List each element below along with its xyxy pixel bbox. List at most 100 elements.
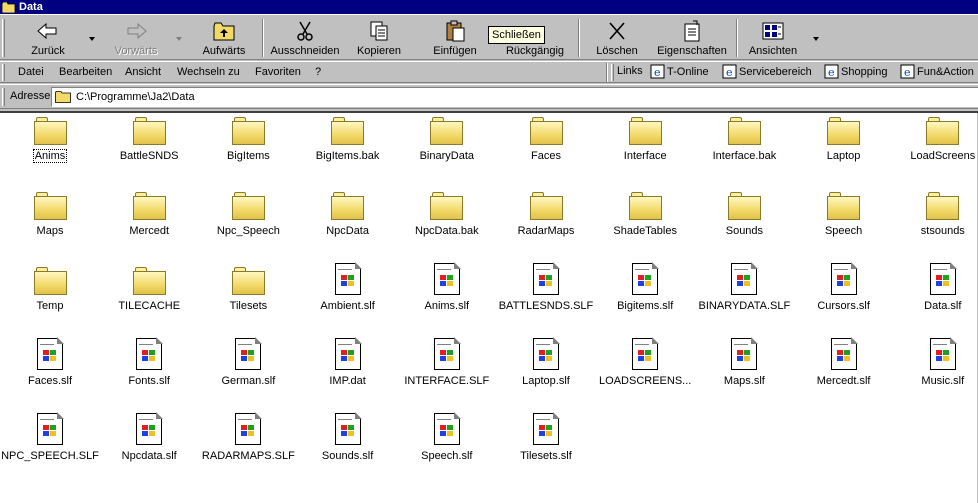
folder-item[interactable]: Tilesets: [198, 267, 298, 312]
folder-item[interactable]: Mercedt: [99, 192, 199, 237]
file-list-view[interactable]: Anims BattleSNDS BigItems BigItems.bak Binar…: [0, 111, 978, 503]
file-item[interactable]: German.slf: [198, 337, 298, 387]
menu-ansicht[interactable]: Ansicht: [125, 65, 161, 79]
folder-item[interactable]: TILECACHE: [99, 267, 199, 312]
back-dropdown-arrow[interactable]: [89, 37, 95, 41]
up-button[interactable]: Aufwärts: [196, 19, 252, 59]
folder-item[interactable]: Npc_Speech: [198, 192, 298, 237]
ie-link-icon: e: [824, 64, 839, 79]
copy-button[interactable]: Kopieren: [350, 19, 408, 59]
file-item[interactable]: Faces.slf: [0, 337, 100, 387]
file-item[interactable]: LOADSCREENS...: [595, 337, 695, 387]
folder-item[interactable]: BigItems.bak: [298, 117, 398, 162]
delete-x-icon: [605, 20, 629, 42]
item-label: BigItems: [226, 150, 270, 162]
menu-datei[interactable]: Datei: [18, 65, 44, 79]
folder-icon: [727, 192, 761, 220]
link-shopping[interactable]: e Shopping: [824, 64, 888, 79]
file-item[interactable]: Bigitems.slf: [595, 262, 695, 312]
folder-item[interactable]: Maps: [0, 192, 100, 237]
file-item[interactable]: Mercedt.slf: [794, 337, 894, 387]
folder-item[interactable]: BattleSNDS: [99, 117, 199, 162]
link-label: Servicebereich: [739, 65, 812, 78]
views-button[interactable]: Ansichten: [744, 19, 802, 59]
folder-item[interactable]: Faces: [496, 117, 596, 162]
file-item[interactable]: Fonts.slf: [99, 337, 199, 387]
properties-button[interactable]: Eigenschaften: [654, 19, 730, 59]
folder-item[interactable]: Interface: [595, 117, 695, 162]
menu-help[interactable]: ?: [315, 65, 321, 79]
file-item[interactable]: Speech.slf: [397, 412, 497, 462]
folder-icon: [430, 192, 464, 220]
file-item[interactable]: RADARMAPS.SLF: [198, 412, 298, 462]
item-label: LOADSCREENS...: [599, 375, 692, 387]
forward-dropdown-arrow[interactable]: [176, 37, 182, 41]
views-dropdown-arrow[interactable]: [813, 37, 819, 41]
menu-favoriten[interactable]: Favoriten: [255, 65, 301, 79]
folder-item[interactable]: Interface.bak: [694, 117, 794, 162]
folder-item[interactable]: NpcData.bak: [397, 192, 497, 237]
folder-item[interactable]: Anims: [0, 117, 100, 163]
folder-item[interactable]: Temp: [0, 267, 100, 312]
item-label: Bigitems.slf: [617, 300, 674, 312]
back-button[interactable]: Zurück: [22, 19, 74, 59]
title-bar[interactable]: Data: [0, 0, 978, 14]
file-item[interactable]: Music.slf: [893, 337, 978, 387]
file-item[interactable]: Cursors.slf: [794, 262, 894, 312]
folder-icon: [33, 267, 67, 295]
windows-file-icon: [433, 337, 461, 370]
svg-text:e: e: [828, 66, 835, 79]
file-item[interactable]: INTERFACE.SLF: [397, 337, 497, 387]
folder-item[interactable]: BinaryData: [397, 117, 497, 162]
link-servicebereich[interactable]: e Servicebereich: [722, 64, 812, 79]
menu-wechseln-zu[interactable]: Wechseln zu: [177, 65, 240, 79]
folder-item[interactable]: ShadeTables: [595, 192, 695, 237]
item-label: Tilesets: [229, 300, 268, 312]
menu-bearbeiten[interactable]: Bearbeiten: [59, 65, 112, 79]
folder-icon: [132, 192, 166, 220]
paste-button[interactable]: Einfügen: [426, 19, 484, 59]
folder-item[interactable]: Sounds: [694, 192, 794, 237]
file-item[interactable]: IMP.dat: [298, 337, 398, 387]
menubar-grip[interactable]: [2, 64, 5, 81]
link-t-online[interactable]: e T-Online: [650, 64, 709, 79]
folder-item[interactable]: Speech: [794, 192, 894, 237]
folder-item[interactable]: RadarMaps: [496, 192, 596, 237]
folder-item[interactable]: stsounds: [893, 192, 978, 237]
folder-item[interactable]: BigItems: [198, 117, 298, 162]
forward-button[interactable]: Vorwärts: [108, 19, 164, 59]
file-item[interactable]: Npcdata.slf: [99, 412, 199, 462]
file-item[interactable]: Ambient.slf: [298, 262, 398, 312]
address-bar: Adresse C:\Programme\Ja2\Data: [0, 84, 978, 109]
file-item[interactable]: Tilesets.slf: [496, 412, 596, 462]
toolbar-grip[interactable]: [2, 19, 5, 57]
delete-button[interactable]: Löschen: [588, 19, 646, 59]
file-item[interactable]: NPC_SPEECH.SLF: [0, 412, 100, 462]
address-input[interactable]: C:\Programme\Ja2\Data: [51, 87, 978, 107]
folder-item[interactable]: LoadScreens: [893, 117, 978, 162]
windows-file-icon: [136, 412, 164, 445]
file-item[interactable]: BINARYDATA.SLF: [694, 262, 794, 312]
file-item[interactable]: Laptop.slf: [496, 337, 596, 387]
back-label: Zurück: [31, 45, 65, 57]
toolbar-separator: [736, 19, 738, 57]
file-item[interactable]: Sounds.slf: [298, 412, 398, 462]
file-item[interactable]: Anims.slf: [397, 262, 497, 312]
delete-label: Löschen: [596, 45, 638, 57]
addressbar-grip[interactable]: [2, 88, 5, 106]
menu-bar: Datei Bearbeiten Ansicht Wechseln zu Fav…: [0, 61, 978, 83]
links-label[interactable]: Links: [617, 65, 643, 77]
link-fun-action[interactable]: e Fun&Action: [900, 64, 974, 79]
folder-item[interactable]: Laptop: [794, 117, 894, 162]
links-grip[interactable]: [611, 64, 614, 81]
cut-button[interactable]: Ausschneiden: [268, 19, 342, 59]
folder-icon: [727, 117, 761, 145]
folder-icon: [231, 267, 265, 295]
file-item[interactable]: BATTLESNDS.SLF: [496, 262, 596, 312]
file-item[interactable]: Maps.slf: [694, 337, 794, 387]
folder-item[interactable]: NpcData: [298, 192, 398, 237]
windows-file-icon: [37, 412, 64, 445]
file-item[interactable]: Data.slf: [893, 262, 978, 312]
windows-file-icon: [533, 262, 560, 295]
copy-icon: [367, 20, 391, 42]
